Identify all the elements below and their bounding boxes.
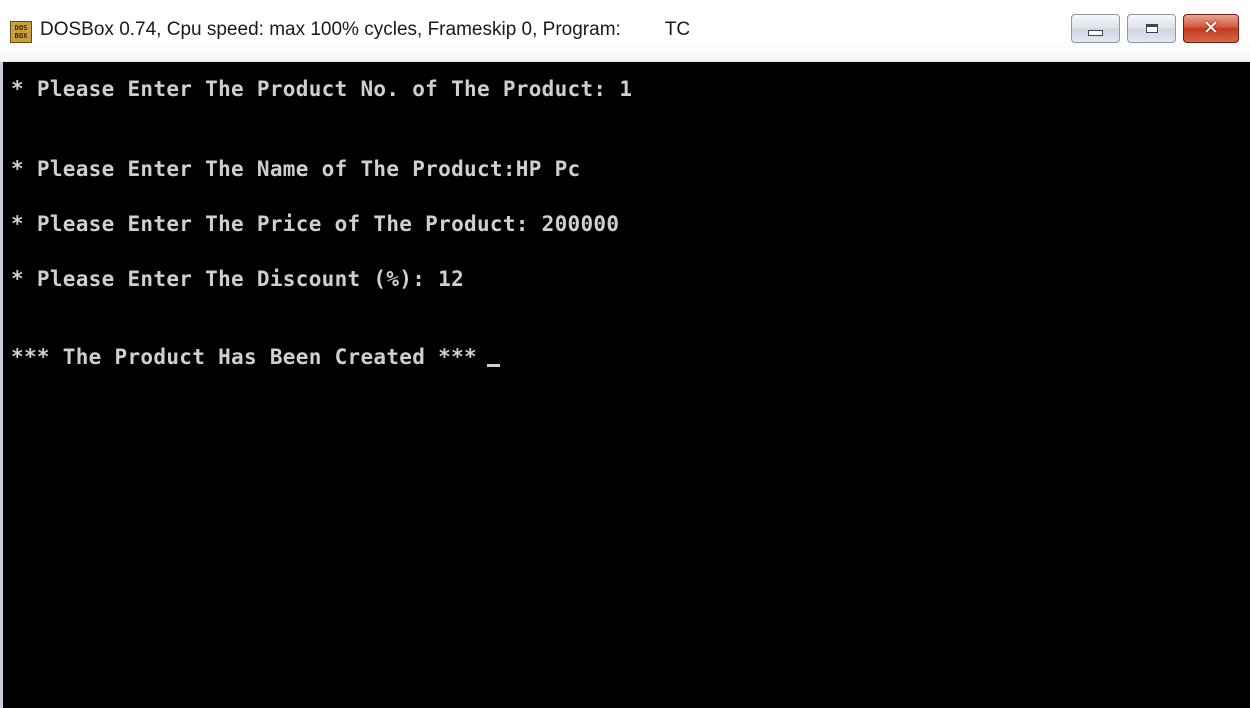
console-line-created: *** The Product Has Been Created *** <box>11 345 500 369</box>
icon-text-top: DOS <box>14 24 28 32</box>
console-line-product-price: * Please Enter The Price of The Product:… <box>11 212 620 236</box>
window-title-status: DOSBox 0.74, Cpu speed: max 100% cycles,… <box>40 19 621 40</box>
caption-buttons: ✕ <box>1071 14 1239 43</box>
console-line-product-no: * Please Enter The Product No. of The Pr… <box>11 77 633 101</box>
close-button[interactable]: ✕ <box>1183 14 1239 43</box>
title-bar[interactable]: DOS BOX DOSBox 0.74, Cpu speed: max 100%… <box>0 0 1250 62</box>
window-title: DOSBox 0.74, Cpu speed: max 100% cycles,… <box>40 19 690 41</box>
dosbox-icon[interactable]: DOS BOX <box>10 21 32 43</box>
minimize-icon <box>1088 29 1103 36</box>
created-message: *** The Product Has Been Created *** <box>11 345 477 369</box>
text-cursor <box>486 364 500 367</box>
close-icon: ✕ <box>1203 17 1219 39</box>
maximize-icon <box>1145 24 1158 33</box>
console-line-discount: * Please Enter The Discount (%): 12 <box>11 267 465 291</box>
console-area[interactable]: * Please Enter The Product No. of The Pr… <box>0 62 1250 708</box>
minimize-button[interactable] <box>1071 14 1120 43</box>
dosbox-window: DOS BOX DOSBox 0.74, Cpu speed: max 100%… <box>0 0 1250 708</box>
console-line-product-name: * Please Enter The Name of The Product:H… <box>11 157 581 181</box>
window-title-program: TC <box>664 19 691 40</box>
icon-text-bottom: BOX <box>14 32 28 40</box>
maximize-button[interactable] <box>1127 14 1176 43</box>
